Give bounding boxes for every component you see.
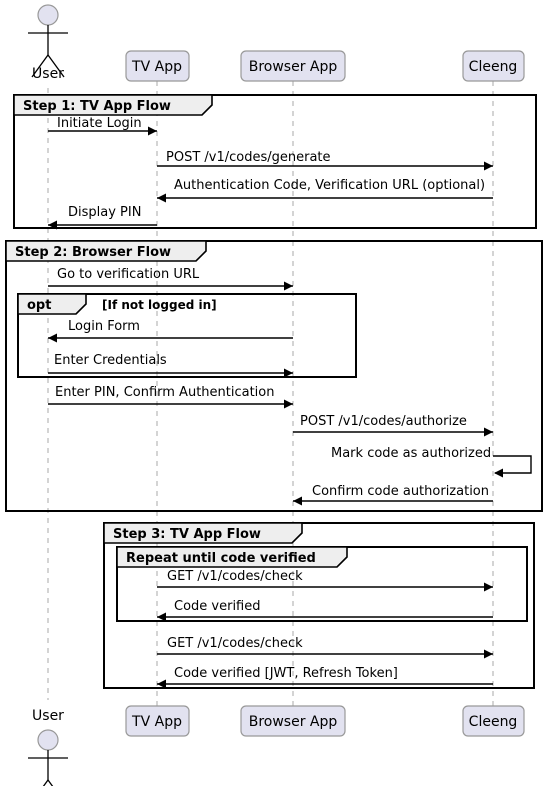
participant-label-browser: Browser App (249, 714, 338, 730)
message-arrowhead-m14 (484, 649, 493, 659)
fragment-condition-opt: [If not logged in] (102, 298, 217, 312)
message-label-m8: Enter PIN, Confirm Authentication (55, 385, 275, 400)
sequence-diagram: Step 1: TV App Flow Step 2: Browser Flow o… (0, 0, 550, 790)
participant-label-browser: Browser App (249, 59, 338, 75)
message-arrowhead-m8 (284, 399, 293, 409)
message-m8: Enter PIN, Confirm Authentication (48, 385, 293, 409)
actor-user: User (28, 4, 68, 82)
message-m3: Authentication Code, Verification URL (o… (157, 178, 493, 203)
message-arrowhead-m5 (284, 281, 293, 291)
fragment-title-step2: Step 2: Browser Flow (15, 245, 171, 260)
actor-legs-user (39, 778, 57, 790)
message-label-m11: Confirm code authorization (312, 484, 489, 499)
participant-browser: Browser App (240, 50, 346, 82)
message-m2: POST /v1/codes/generate (157, 150, 493, 171)
participant-tvapp: TV App (125, 50, 190, 82)
actor-label-user: User (32, 66, 64, 82)
actor-head-user (37, 4, 59, 26)
message-m12: GET /v1/codes/check (157, 569, 493, 592)
fragment-title-loop: Repeat until code verified (126, 551, 316, 566)
message-m9: POST /v1/codes/authorize (293, 414, 493, 437)
actor-user: User (28, 708, 68, 790)
message-m13: Code verified (157, 599, 493, 622)
message-arrowhead-m11 (293, 496, 302, 506)
message-m5: Go to verification URL (48, 267, 293, 291)
fragment-title-opt: opt (27, 298, 51, 313)
participant-browser: Browser App (240, 705, 346, 737)
message-m7: Enter Credentials (48, 353, 293, 378)
fragment-title-step3: Step 3: TV App Flow (113, 527, 261, 542)
message-label-m3: Authentication Code, Verification URL (o… (174, 178, 485, 193)
message-label-m9: POST /v1/codes/authorize (300, 414, 467, 429)
message-m4: Display PIN (48, 205, 157, 230)
message-label-m15: Code verified [JWT, Refresh Token] (174, 666, 398, 681)
message-line-m10 (493, 455, 532, 474)
participant-label-cleeng: Cleeng (469, 59, 518, 75)
participant-tvapp: TV App (125, 705, 190, 737)
message-arrowhead-m9 (484, 427, 493, 437)
message-label-m10: Mark code as authorized (331, 446, 491, 461)
message-label-m13: Code verified (174, 599, 261, 614)
message-label-m2: POST /v1/codes/generate (166, 150, 331, 165)
message-m11: Confirm code authorization (293, 484, 493, 506)
participant-label-tvapp: TV App (131, 59, 182, 75)
actor-head-user (37, 729, 59, 751)
message-m14: GET /v1/codes/check (157, 636, 493, 659)
participant-cleeng: Cleeng (462, 705, 525, 737)
message-label-m12: GET /v1/codes/check (167, 569, 303, 584)
message-m6: Login Form (48, 319, 293, 343)
participant-label-tvapp: TV App (131, 714, 182, 730)
message-label-m1: Initiate Login (57, 116, 142, 131)
message-m1: Initiate Login (48, 116, 157, 136)
actor-label-user: User (32, 708, 64, 724)
message-label-m6: Login Form (68, 319, 140, 334)
message-m15: Code verified [JWT, Refresh Token] (157, 666, 493, 689)
fragment-title-step1: Step 1: TV App Flow (23, 99, 171, 114)
message-label-m14: GET /v1/codes/check (167, 636, 303, 651)
message-arrowhead-m6 (48, 333, 57, 343)
message-label-m4: Display PIN (68, 205, 141, 220)
participant-cleeng: Cleeng (462, 50, 525, 82)
message-label-m7: Enter Credentials (54, 353, 167, 368)
message-arrowhead-m12 (484, 582, 493, 592)
message-arrowhead-m3 (157, 193, 166, 203)
message-arrowhead-m10 (494, 468, 503, 478)
diagram-canvas: Step 1: TV App Flow Step 2: Browser Flow o… (5, 4, 543, 790)
message-m10: Mark code as authorized (331, 446, 532, 478)
participant-label-cleeng: Cleeng (469, 714, 518, 730)
message-arrowhead-m2 (484, 161, 493, 171)
message-arrowhead-m1 (148, 126, 157, 136)
message-label-m5: Go to verification URL (57, 267, 200, 282)
